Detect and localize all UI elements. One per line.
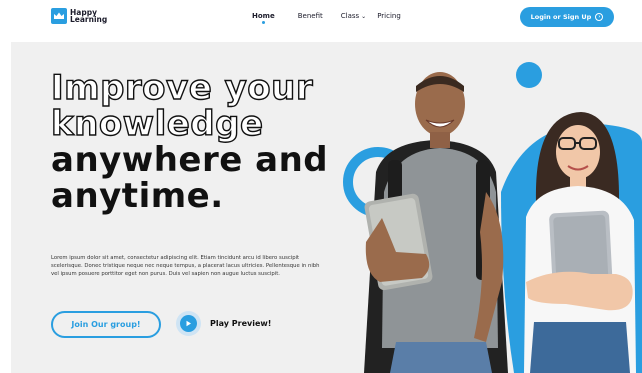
top-navbar: Happy Learning Home Benefit Class ⌄ Prici… — [0, 0, 642, 40]
main-nav: Home Benefit Class ⌄ Pricing — [252, 12, 401, 24]
nav-item-class[interactable]: Class ⌄ — [341, 12, 366, 20]
headline-line-4: anytime. — [51, 176, 224, 216]
hero-section: Improve your knowledge anywhere and anyt… — [11, 42, 642, 373]
nav-item-label: Benefit — [297, 12, 323, 20]
play-preview-label: Play Preview! — [210, 319, 272, 328]
blue-dot-decoration — [516, 62, 542, 88]
nav-item-benefit[interactable]: Benefit — [298, 12, 323, 20]
join-group-button[interactable]: Join Our group! — [51, 311, 161, 338]
nav-item-pricing[interactable]: Pricing — [377, 12, 401, 20]
nav-item-label: Class — [340, 12, 360, 20]
male-student — [364, 72, 508, 373]
login-signup-button[interactable]: Login or Sign Up › — [520, 7, 614, 27]
chevron-down-icon: ⌄ — [361, 13, 367, 20]
headline-line-2: knowledge — [50, 104, 264, 144]
active-indicator-dot — [261, 21, 265, 24]
crown-icon — [51, 8, 67, 24]
headline-line-3: anywhere and — [51, 140, 329, 180]
brand-name: Happy Learning — [70, 9, 108, 24]
students-illustration — [343, 62, 642, 373]
brand-name-line2: Learning — [70, 15, 108, 24]
play-preview-button[interactable]: Play Preview! — [176, 311, 271, 336]
headline-line-1: Improve your — [50, 68, 314, 108]
login-signup-label: Login or Sign Up — [530, 13, 592, 21]
hero-description: Lorem ipsum dolor sit amet, consectetur … — [51, 255, 320, 277]
nav-item-label: Pricing — [377, 12, 401, 20]
arrow-right-circle-icon: › — [595, 13, 604, 21]
play-icon — [180, 315, 197, 332]
brand-logo[interactable]: Happy Learning — [51, 8, 107, 24]
nav-item-home[interactable]: Home — [252, 12, 275, 24]
hero-headline: Improve your knowledge anywhere and anyt… — [50, 68, 329, 216]
nav-item-label: Home — [252, 12, 275, 20]
play-icon-ring — [176, 311, 201, 336]
